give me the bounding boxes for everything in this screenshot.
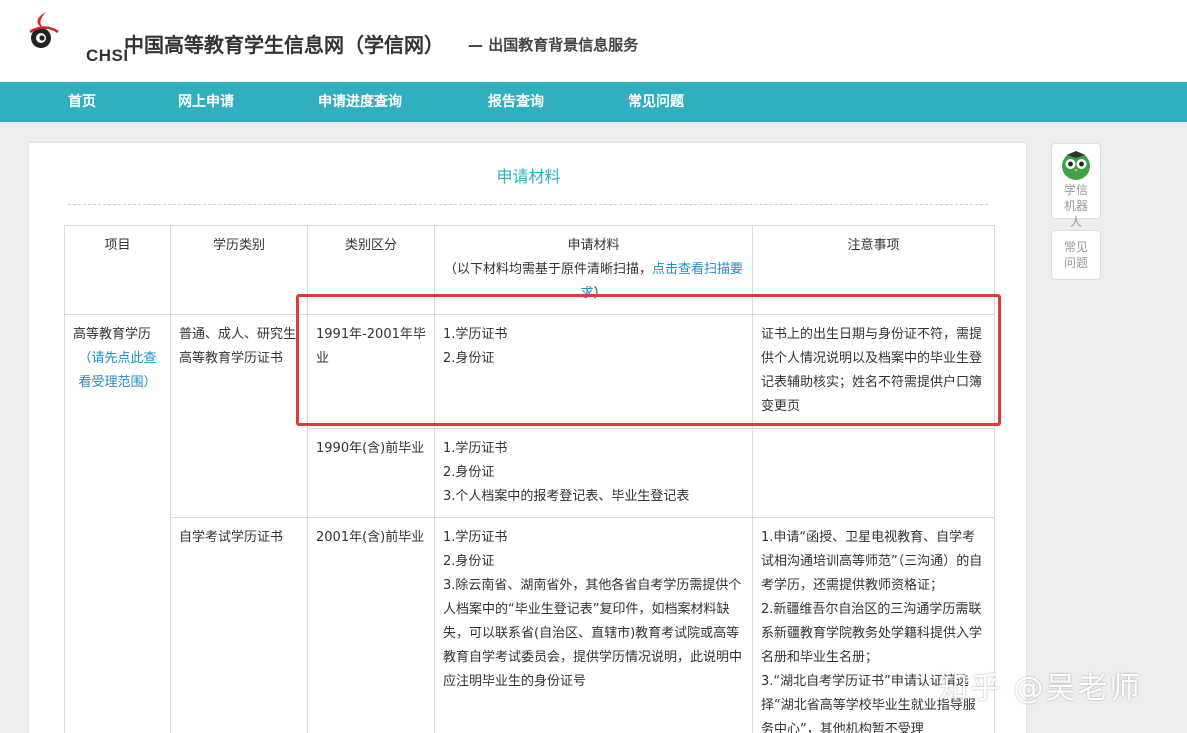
material-item: 2.身份证	[443, 465, 495, 480]
faq-side-button[interactable]: 常见问题	[1051, 230, 1101, 280]
header-category: 学历类别	[170, 225, 308, 315]
header-project: 项目	[64, 225, 171, 315]
nav-item-home[interactable]: 首页	[68, 82, 96, 122]
main-nav: 首页 网上申请 申请进度查询 报告查询 常见问题	[0, 82, 1187, 122]
division-cell: 1990年(含)前毕业	[307, 428, 435, 518]
division-cell: 2001年(含)前毕业	[307, 517, 435, 733]
category-cell: 自学考试学历证书	[170, 517, 308, 733]
materials-cell: 1.学历证书 2.身份证	[434, 314, 753, 429]
robot-label: 学信机器人	[1063, 183, 1088, 229]
materials-note-prefix: （以下材料均需基于原件清晰扫描，	[443, 262, 652, 277]
notes-cell	[752, 428, 995, 518]
faq-side-label: 常见问题	[1063, 240, 1088, 270]
panel-title: 申请材料	[496, 167, 561, 186]
owl-robot-icon	[1062, 151, 1090, 180]
nav-item-progress[interactable]: 申请进度查询	[318, 82, 402, 122]
nav-item-report[interactable]: 报告查询	[488, 82, 544, 122]
materials-cell: 1.学历证书 2.身份证 3.除云南省、湖南省外，其他各省自考学历需提供个人档案…	[434, 517, 753, 733]
site-subtitle: — 出国教育背景信息服务	[468, 36, 639, 54]
header-division: 类别区分	[307, 225, 435, 315]
header-materials-title: 申请材料	[567, 238, 620, 253]
note-item: 1.申请“函授、卫星电视教育、自学考试相沟通培训高等师范”（三沟通）的自考学历，…	[761, 530, 983, 593]
material-item: 3.个人档案中的报考登记表、毕业生登记表	[443, 489, 690, 504]
category-cell: 普通、成人、研究生高等教育学历证书	[170, 314, 308, 518]
acceptance-scope-link[interactable]: （请先点此查看受理范围）	[73, 347, 162, 395]
material-item: 2.身份证	[443, 554, 495, 569]
header-notes: 注意事项	[752, 225, 995, 315]
materials-table: 项目 学历类别 类别区分 申请材料 （以下材料均需基于原件清晰扫描，点击查看扫描…	[64, 225, 995, 733]
site-header: CHSI 中国高等教育学生信息网（学信网） — 出国教育背景信息服务	[0, 0, 1187, 82]
materials-cell: 1.学历证书 2.身份证 3.个人档案中的报考登记表、毕业生登记表	[434, 428, 753, 518]
robot-button[interactable]: 学信机器人	[1051, 143, 1101, 229]
material-item: 1.学历证书	[443, 327, 508, 342]
chsi-logo[interactable]: CHSI	[24, 10, 128, 65]
site-title: 中国高等教育学生信息网（学信网）	[124, 33, 444, 57]
logo-text: CHSI	[86, 46, 129, 65]
panel-divider	[68, 204, 988, 205]
header-materials: 申请材料 （以下材料均需基于原件清晰扫描，点击查看扫描要求）	[434, 225, 753, 315]
material-item: 2.身份证	[443, 351, 495, 366]
note-item: 2.新疆维吾尔自治区的三沟通学历需联系新疆教育学院教务处学籍科提供入学名册和毕业…	[761, 602, 983, 665]
notes-cell: 证书上的出生日期与身份证不符，需提供个人情况说明以及档案中的毕业生登记表辅助核实…	[752, 314, 995, 429]
materials-panel: 申请材料 项目 学历类别 类别区分 申请材料 （以下材料均需基于原件清晰扫描，点…	[28, 142, 1027, 733]
project-name: 高等教育学历	[73, 327, 152, 342]
material-item: 1.学历证书	[443, 441, 508, 456]
project-cell: 高等教育学历 （请先点此查看受理范围）	[64, 314, 171, 733]
materials-note-suffix: ）	[593, 286, 607, 301]
table-row: 高等教育学历 （请先点此查看受理范围） 普通、成人、研究生高等教育学历证书 19…	[64, 314, 995, 733]
table-header-row: 项目 学历类别 类别区分 申请材料 （以下材料均需基于原件清晰扫描，点击查看扫描…	[64, 225, 995, 315]
chsi-logo-icon	[29, 12, 59, 48]
table-row: 自学考试学历证书 2001年(含)前毕业 1.学历证书 2.身份证 3.除云南省…	[65, 517, 995, 733]
division-cell: 1991年-2001年毕业	[307, 314, 435, 429]
nav-item-faq[interactable]: 常见问题	[628, 82, 684, 122]
zhihu-watermark: 知乎 @吴老师	[938, 671, 1142, 706]
header-materials-note: （以下材料均需基于原件清晰扫描，点击查看扫描要求）	[443, 258, 744, 306]
material-item: 1.学历证书	[443, 530, 508, 545]
nav-item-apply-online[interactable]: 网上申请	[178, 82, 234, 122]
material-item: 3.除云南省、湖南省外，其他各省自考学历需提供个人档案中的“毕业生登记表”复印件…	[443, 578, 743, 689]
